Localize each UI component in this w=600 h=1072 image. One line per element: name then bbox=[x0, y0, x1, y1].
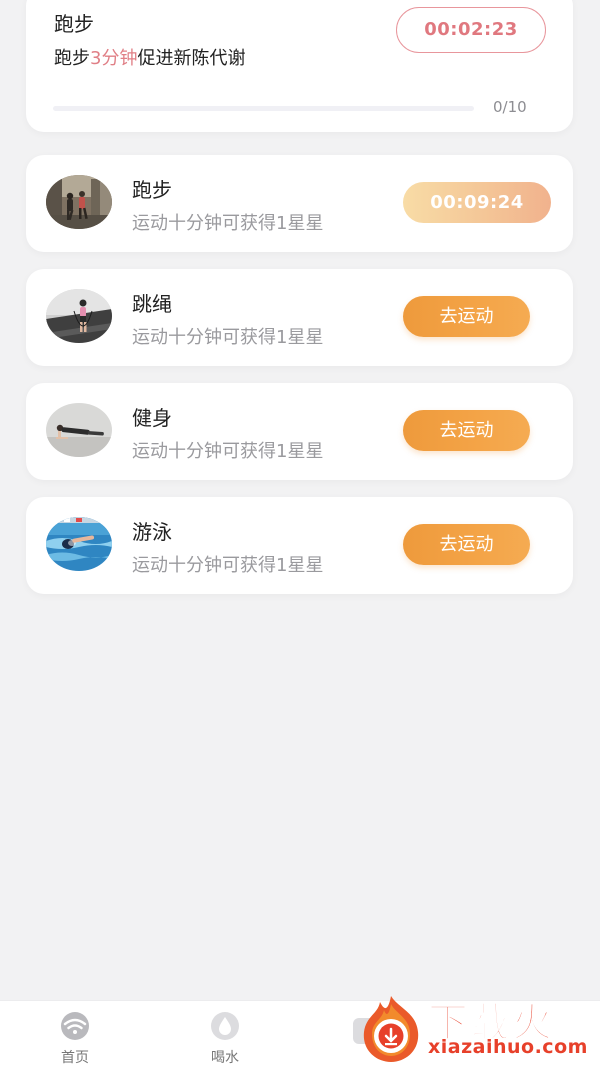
go-exercise-button[interactable]: 去运动 bbox=[403, 524, 530, 565]
exercise-reward: 运动十分钟可获得1星星 bbox=[132, 327, 324, 348]
wifi-icon bbox=[61, 1012, 89, 1040]
exercise-reward: 运动十分钟可获得1星星 bbox=[132, 441, 324, 462]
exercise-card-swimming[interactable]: 游泳 运动十分钟可获得1星星 去运动 bbox=[26, 497, 573, 594]
description-prefix: 跑步 bbox=[54, 48, 90, 69]
progress-bar bbox=[53, 106, 474, 111]
exercise-title: 游泳 bbox=[132, 520, 172, 544]
watermark: 下载火 xiazaihuo.com bbox=[356, 990, 596, 1070]
nav-label: 首页 bbox=[61, 1050, 89, 1066]
nav-item-water[interactable]: 喝水 bbox=[190, 1011, 260, 1067]
nav-item-home[interactable]: 首页 bbox=[40, 1011, 110, 1067]
running-photo bbox=[46, 175, 112, 229]
description-highlight: 3分钟 bbox=[90, 48, 138, 69]
nav-label: 喝水 bbox=[211, 1050, 239, 1066]
go-exercise-button[interactable]: 去运动 bbox=[403, 410, 530, 451]
flame-logo-icon bbox=[363, 996, 419, 1062]
current-exercise-description: 跑步3分钟促进新陈代谢 bbox=[54, 44, 245, 70]
jump-rope-photo bbox=[46, 289, 112, 343]
exercise-reward: 运动十分钟可获得1星星 bbox=[132, 555, 324, 576]
swimming-photo bbox=[46, 517, 112, 571]
progress-count: 0/10 bbox=[493, 98, 527, 116]
watermark-url: xiazaihuo.com bbox=[428, 1036, 588, 1058]
exercise-reward: 运动十分钟可获得1星星 bbox=[132, 213, 324, 234]
exercise-title: 跳绳 bbox=[132, 292, 172, 316]
exercise-timer-button[interactable]: 00:09:24 bbox=[403, 182, 551, 223]
exercise-card-running[interactable]: 跑步 运动十分钟可获得1星星 00:09:24 bbox=[26, 155, 573, 252]
current-exercise-card: 跑步 跑步3分钟促进新陈代谢 00:02:23 0/10 bbox=[26, 0, 573, 132]
go-exercise-button[interactable]: 去运动 bbox=[403, 296, 530, 337]
fitness-plank-photo bbox=[46, 403, 112, 457]
current-exercise-title: 跑步 bbox=[54, 12, 94, 36]
exercise-card-jump-rope[interactable]: 跳绳 运动十分钟可获得1星星 去运动 bbox=[26, 269, 573, 366]
exercise-title: 跑步 bbox=[132, 178, 172, 202]
description-suffix: 促进新陈代谢 bbox=[137, 48, 246, 69]
exercise-title: 健身 bbox=[132, 406, 172, 430]
exercise-card-fitness[interactable]: 健身 运动十分钟可获得1星星 去运动 bbox=[26, 383, 573, 480]
current-exercise-timer[interactable]: 00:02:23 bbox=[396, 7, 546, 53]
water-drop-icon bbox=[211, 1012, 239, 1040]
